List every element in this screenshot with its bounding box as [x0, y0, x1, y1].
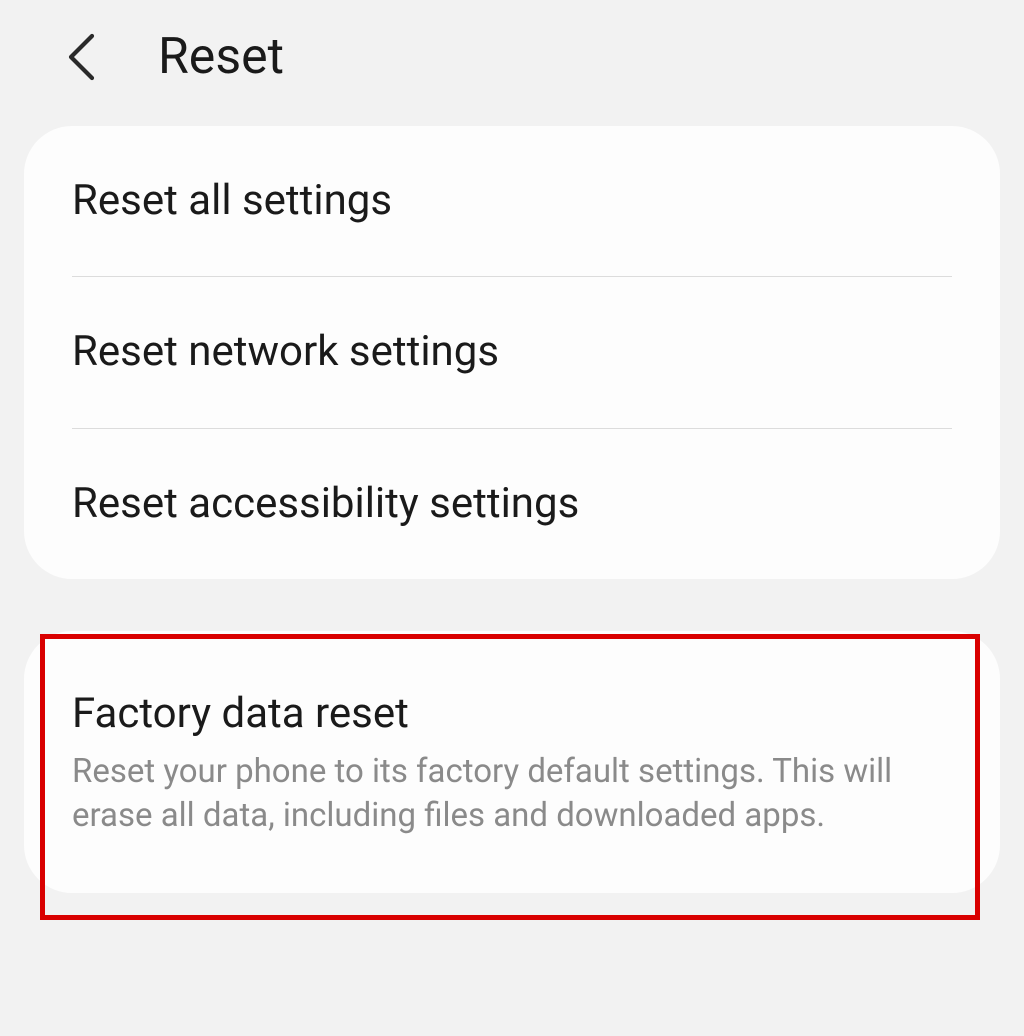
page-title: Reset: [158, 28, 284, 86]
factory-data-reset-label: Factory data reset: [72, 689, 952, 739]
reset-accessibility-settings-item[interactable]: Reset accessibility settings: [72, 429, 952, 579]
reset-all-settings-label: Reset all settings: [72, 176, 952, 226]
factory-data-reset-item[interactable]: Factory data reset Reset your phone to i…: [72, 631, 952, 892]
reset-network-settings-item[interactable]: Reset network settings: [72, 277, 952, 427]
reset-all-settings-item[interactable]: Reset all settings: [72, 126, 952, 276]
reset-network-settings-label: Reset network settings: [72, 327, 952, 377]
back-icon: [65, 33, 101, 81]
reset-options-card: Reset all settings Reset network setting…: [24, 126, 1000, 579]
header-bar: Reset: [0, 0, 1024, 126]
reset-accessibility-settings-label: Reset accessibility settings: [72, 479, 952, 529]
factory-reset-wrapper: Factory data reset Reset your phone to i…: [0, 631, 1024, 892]
factory-reset-card: Factory data reset Reset your phone to i…: [24, 631, 1000, 892]
back-button[interactable]: [58, 32, 108, 82]
factory-data-reset-description: Reset your phone to its factory default …: [72, 750, 952, 839]
